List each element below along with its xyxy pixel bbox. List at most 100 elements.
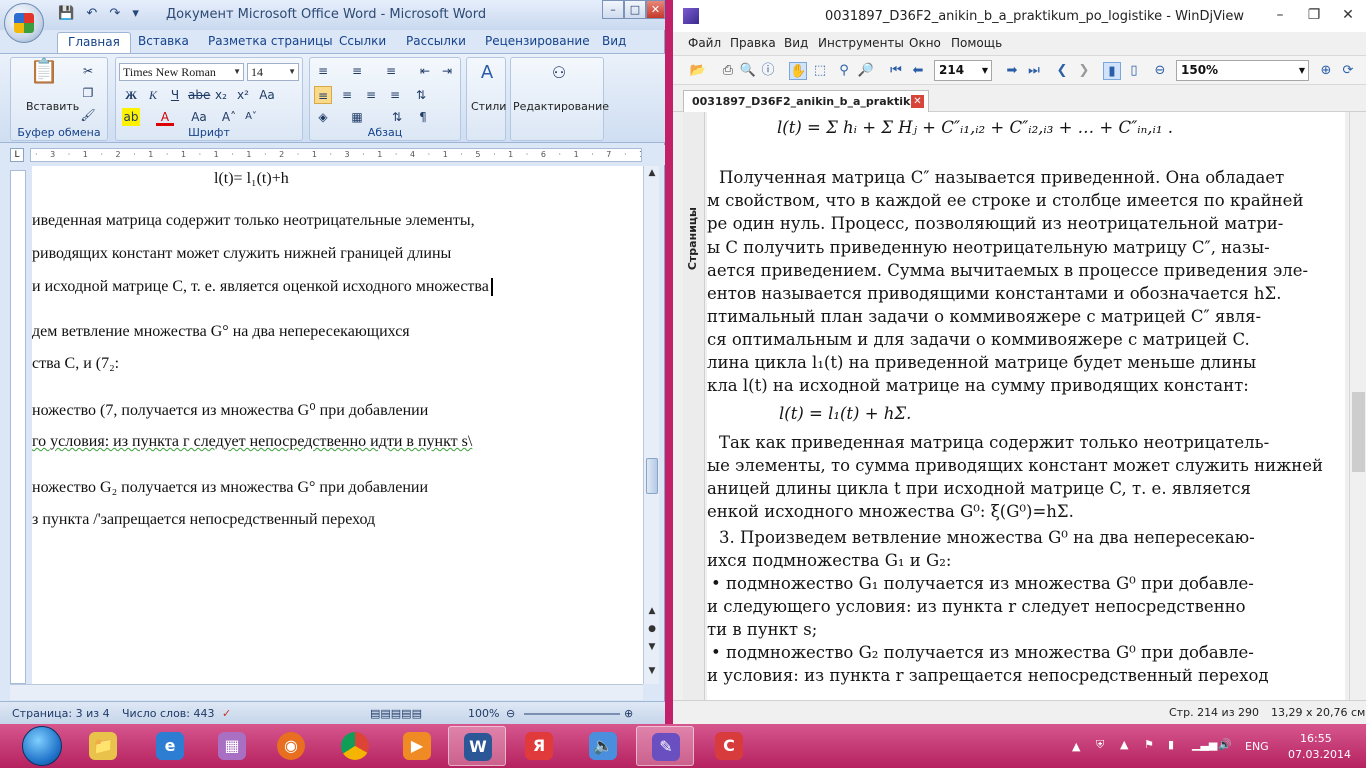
page-count[interactable]: Страница: 3 из 4 — [12, 707, 110, 720]
redo-icon[interactable]: ↷ — [109, 6, 120, 21]
subscript-button[interactable]: x₂ — [212, 86, 230, 104]
maximize-button[interactable]: □ — [624, 0, 646, 19]
font-size-select[interactable]: 14 ▼ — [247, 63, 299, 81]
browse-object-icon[interactable]: ● — [644, 624, 660, 634]
close-button[interactable]: ✕ — [1331, 0, 1365, 30]
multilevel-list-icon[interactable]: ≡ — [382, 62, 400, 80]
tab-references[interactable]: Ссылки — [339, 34, 386, 48]
binoculars-icon[interactable]: ⚇ — [547, 64, 571, 88]
shading-icon[interactable]: ◈ — [314, 108, 332, 126]
first-page-icon[interactable]: ⏮ — [887, 62, 905, 80]
taskbar-word[interactable]: W — [448, 726, 506, 766]
taskbar-explorer[interactable]: 📁 — [74, 726, 132, 766]
menu-window[interactable]: Окно — [909, 36, 941, 50]
rotate-icon[interactable]: ⟳ — [1339, 62, 1357, 80]
numbering-icon[interactable]: ≡ — [348, 62, 366, 80]
taskbar-windjview[interactable]: ✎ — [636, 726, 694, 766]
paste-button[interactable]: Вставить — [26, 100, 79, 113]
copy-icon[interactable]: ❐ — [79, 84, 97, 102]
close-button[interactable]: ✕ — [646, 0, 665, 19]
clock-date[interactable]: 07.03.2014 — [1288, 748, 1351, 761]
word-count[interactable]: Число слов: 443 — [122, 707, 215, 720]
sort-icon[interactable]: ⇅ — [388, 108, 406, 126]
zoom-rect-icon[interactable]: ⚲ — [835, 62, 853, 80]
justify-button[interactable]: ≡ — [386, 86, 404, 104]
previous-page-icon[interactable]: ⬅ — [909, 62, 927, 80]
battery-icon[interactable]: ▮ — [1168, 738, 1174, 751]
customize-qat-icon[interactable]: ▾ — [132, 6, 139, 21]
spelling-check-icon[interactable]: ✓ — [222, 707, 231, 720]
cut-icon[interactable]: ✂ — [79, 62, 97, 80]
menu-edit[interactable]: Правка — [730, 36, 776, 50]
line-spacing-icon[interactable]: ⇅ — [412, 86, 430, 104]
print-icon[interactable]: ⎙ — [719, 62, 737, 80]
previous-page-icon[interactable]: ▲ — [644, 606, 660, 616]
maximize-button[interactable]: ❐ — [1297, 0, 1331, 30]
network-tray-icon[interactable]: ▲ — [1120, 738, 1128, 751]
zoom-in-icon[interactable]: ⊕ — [624, 707, 633, 720]
taskbar-chrome[interactable] — [326, 726, 384, 766]
pages-sidebar-tab[interactable]: Страницы — [683, 112, 705, 700]
hand-tool-icon[interactable]: ✋ — [789, 62, 807, 80]
tab-home[interactable]: Главная — [57, 32, 131, 54]
volume-icon[interactable]: 🔊 — [1218, 738, 1232, 751]
menu-help[interactable]: Помощь — [951, 36, 1002, 50]
facing-pages-icon[interactable]: ▯ — [1125, 62, 1143, 80]
zoom-in-icon[interactable]: ⊕ — [1317, 62, 1335, 80]
minimize-button[interactable]: – — [602, 0, 624, 19]
change-case-icon[interactable]: Aa — [258, 86, 276, 104]
zoom-text-icon[interactable]: 🔎 — [857, 62, 875, 80]
grow-font-icon[interactable]: A˄ — [220, 108, 238, 126]
menu-file[interactable]: Файл — [688, 36, 721, 50]
superscript-button[interactable]: x² — [234, 86, 252, 104]
flag-icon[interactable]: ⚑ — [1144, 738, 1154, 751]
format-painter-icon[interactable]: 🖌 — [79, 106, 97, 124]
styles-button[interactable]: Стили — [471, 100, 506, 113]
shield-icon[interactable]: ⛨ — [1096, 738, 1104, 752]
document-page[interactable]: l(t)= l₁(t)+h иведенная матрица содержит… — [32, 166, 644, 684]
language-indicator[interactable]: ENG — [1245, 740, 1269, 753]
page-number-select[interactable]: 214 ▼ — [934, 60, 992, 81]
view-buttons-icon[interactable]: ▤▤▤▤▤ — [370, 707, 422, 720]
tab-insert[interactable]: Вставка — [138, 34, 189, 48]
next-page-icon[interactable]: ▼ — [644, 642, 660, 652]
info-icon[interactable]: ⓘ — [759, 62, 777, 80]
zoom-slider[interactable] — [524, 713, 620, 715]
shrink-font-icon[interactable]: A˅ — [242, 108, 260, 126]
bullets-icon[interactable]: ≡ — [314, 62, 332, 80]
zoom-level[interactable]: 100% — [468, 707, 499, 720]
borders-icon[interactable]: ▦ — [348, 108, 366, 126]
minimize-button[interactable]: – — [1263, 0, 1297, 30]
scroll-up-icon[interactable]: ▲ — [644, 168, 660, 178]
document-tab[interactable]: 0031897_D36F2_anikin_b_a_praktik... ✕ — [683, 90, 929, 112]
taskbar-audio[interactable]: 🔈 — [574, 726, 632, 766]
show-hidden-icons[interactable]: ▲ — [1072, 740, 1080, 753]
tab-view[interactable]: Вид — [602, 34, 626, 48]
start-button[interactable] — [22, 726, 62, 766]
tab-selector-icon[interactable]: L — [10, 148, 24, 162]
zoom-select[interactable]: 150% ▼ — [1176, 60, 1309, 81]
back-icon[interactable]: ❮ — [1053, 62, 1071, 80]
last-page-icon[interactable]: ⏭ — [1025, 62, 1043, 80]
highlight-button[interactable]: ab — [122, 108, 140, 126]
editing-button[interactable]: Редактирование — [513, 100, 609, 113]
zoom-out-icon[interactable]: ⊖ — [1151, 62, 1169, 80]
taskbar-winrar[interactable]: ▦ — [203, 726, 261, 766]
forward-icon[interactable]: ❯ — [1075, 62, 1093, 80]
font-color-button[interactable]: A — [156, 108, 174, 126]
signal-icon[interactable]: ▁▃▅ — [1192, 738, 1217, 751]
taskbar-media-player[interactable]: ▶ — [388, 726, 446, 766]
styles-icon[interactable]: A — [475, 64, 499, 88]
tab-page-layout[interactable]: Разметка страницы — [208, 34, 333, 48]
horizontal-scrollbar[interactable] — [10, 684, 643, 700]
close-tab-icon[interactable]: ✕ — [911, 95, 924, 108]
align-center-button[interactable]: ≡ — [338, 86, 356, 104]
open-folder-icon[interactable]: 📂 — [689, 62, 707, 80]
align-left-button[interactable]: ≡ — [314, 86, 332, 104]
show-formatting-icon[interactable]: ¶ — [414, 108, 432, 126]
next-page-icon[interactable]: ➡ — [1003, 62, 1021, 80]
select-tool-icon[interactable]: ⬚ — [811, 62, 829, 80]
tab-mailings[interactable]: Рассылки — [406, 34, 466, 48]
single-page-view-icon[interactable]: ▮ — [1103, 62, 1121, 80]
vertical-scrollbar[interactable]: ▲ ▲ ● ▼ ▼ — [643, 166, 659, 684]
